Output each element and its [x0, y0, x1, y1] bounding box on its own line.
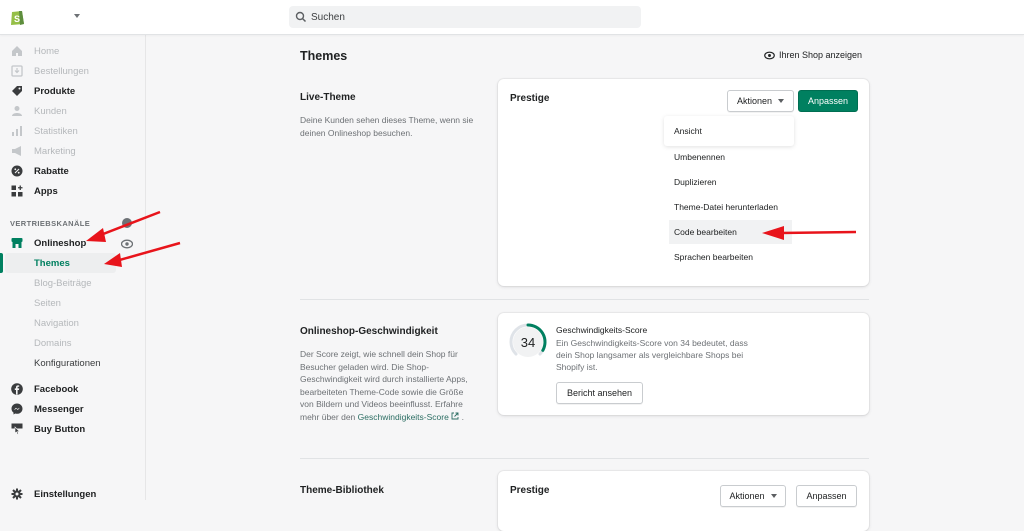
- sidebar-item-marketing[interactable]: Marketing: [0, 141, 146, 161]
- sidebar-subitem-seiten[interactable]: Seiten: [0, 293, 146, 313]
- top-bar: S: [0, 0, 1024, 35]
- speed-score-card: 34 Geschwindigkeits-Score Ein Geschwindi…: [498, 313, 869, 415]
- sidebar-item-label: Themes: [34, 258, 70, 269]
- search-bar[interactable]: [289, 6, 641, 28]
- library-theme-card: Prestige Aktionen Anpassen: [498, 471, 869, 531]
- person-icon: [11, 105, 23, 117]
- home-icon: [11, 45, 23, 57]
- menu-item-download-theme[interactable]: Theme-Datei herunterladen: [664, 195, 792, 219]
- sidebar-item-label: Produkte: [34, 86, 76, 97]
- menu-item-umbenennen[interactable]: Umbenennen: [664, 145, 792, 169]
- sidebar-item-bestellungen[interactable]: Bestellungen: [0, 61, 146, 81]
- buy-button-icon: [11, 423, 23, 435]
- actions-button[interactable]: Aktionen: [720, 485, 786, 507]
- sidebar-item-label: Marketing: [34, 146, 76, 157]
- sidebar-item-label: Onlineshop: [34, 238, 87, 249]
- sidebar-item-statistiken[interactable]: Statistiken: [0, 121, 146, 141]
- megaphone-icon: [11, 145, 23, 157]
- live-theme-title: Live-Theme: [300, 92, 356, 103]
- sidebar-item-label: Home: [34, 46, 60, 57]
- sidebar-item-label: Bestellungen: [34, 66, 89, 77]
- sidebar-item-label: Navigation: [34, 318, 79, 329]
- active-indicator: [0, 253, 3, 273]
- caret-down-icon: [778, 99, 785, 103]
- sidebar-item-label: Buy Button: [34, 424, 86, 435]
- view-shop-link[interactable]: Ihren Shop anzeigen: [764, 50, 862, 60]
- theme-name: Prestige: [510, 93, 550, 104]
- sidebar-item-label: Einstellungen: [34, 489, 97, 500]
- sidebar-item-label: Seiten: [34, 298, 61, 309]
- theme-library-title: Theme-Bibliothek: [300, 485, 384, 496]
- sidebar-item-label: Rabatte: [34, 166, 69, 177]
- facebook-icon: [11, 383, 23, 395]
- sidebar: Home Bestellungen Produkte Kunden Statis…: [0, 35, 146, 500]
- sidebar-item-label: Apps: [34, 186, 58, 197]
- eye-icon: [764, 51, 775, 59]
- search-input[interactable]: [311, 6, 631, 28]
- sidebar-item-produkte[interactable]: Produkte: [0, 81, 146, 101]
- speed-score-title: Geschwindigkeits-Score: [556, 325, 648, 335]
- actions-button[interactable]: Aktionen: [727, 90, 794, 112]
- speed-score-link[interactable]: Geschwindigkeits-Score: [358, 412, 460, 422]
- sidebar-item-label: Domains: [34, 338, 72, 349]
- sidebar-subitem-themes[interactable]: Themes: [0, 253, 146, 273]
- speed-description: Der Score zeigt, wie schnell dein Shop f…: [300, 349, 468, 422]
- speed-score-gauge: 34: [509, 323, 547, 357]
- sidebar-item-label: Blog-Beiträge: [34, 278, 92, 289]
- theme-name: Prestige: [510, 485, 550, 496]
- section-divider: [300, 299, 869, 300]
- speed-section-title: Onlineshop-Geschwindigkeit: [300, 326, 438, 337]
- apps-icon: [11, 185, 23, 197]
- sidebar-item-facebook[interactable]: Facebook: [0, 379, 146, 399]
- sidebar-item-label: Facebook: [34, 384, 79, 395]
- search-icon: [295, 11, 307, 23]
- view-report-button[interactable]: Bericht ansehen: [556, 382, 643, 404]
- actions-dropdown-menu: Ansicht Umbenennen Duplizieren Theme-Dat…: [664, 116, 794, 276]
- view-shop-label: Ihren Shop anzeigen: [779, 50, 863, 60]
- svg-text:S: S: [14, 14, 20, 24]
- gear-icon: [11, 488, 23, 500]
- add-channel-icon[interactable]: [122, 218, 132, 228]
- live-theme-card: Prestige Aktionen Anpassen Ansicht Umben…: [498, 79, 869, 286]
- sidebar-item-buy-button[interactable]: Buy Button: [0, 419, 146, 439]
- store-icon: [11, 237, 23, 249]
- sidebar-subitem-konfigurationen[interactable]: Konfigurationen: [0, 353, 146, 373]
- sales-channels-title: VERTRIEBSKANÄLE: [10, 219, 91, 228]
- sidebar-item-label: Konfigurationen: [34, 358, 101, 369]
- messenger-icon: [11, 403, 23, 415]
- menu-item-edit-languages[interactable]: Sprachen bearbeiten: [664, 245, 792, 269]
- page-title: Themes: [300, 49, 348, 63]
- section-divider: [300, 458, 869, 459]
- tag-icon: [11, 85, 23, 97]
- orders-icon: [11, 65, 23, 77]
- sidebar-item-einstellungen[interactable]: Einstellungen: [0, 484, 146, 504]
- sidebar-item-label: Messenger: [34, 404, 84, 415]
- sidebar-item-home[interactable]: Home: [0, 41, 146, 61]
- sidebar-subitem-domains[interactable]: Domains: [0, 333, 146, 353]
- speed-score-value: 34: [521, 335, 535, 350]
- sidebar-item-rabatte[interactable]: Rabatte: [0, 161, 146, 181]
- menu-item-ansicht[interactable]: Ansicht: [664, 119, 792, 143]
- caret-down-icon: [770, 494, 777, 498]
- menu-item-duplizieren[interactable]: Duplizieren: [664, 170, 792, 194]
- live-theme-description: Deine Kunden sehen dieses Theme, wenn si…: [300, 115, 474, 138]
- sidebar-item-label: Kunden: [34, 106, 67, 117]
- menu-item-edit-code[interactable]: Code bearbeiten: [669, 220, 792, 244]
- eye-icon[interactable]: [121, 239, 133, 249]
- sidebar-item-kunden[interactable]: Kunden: [0, 101, 146, 121]
- sidebar-subitem-blog[interactable]: Blog-Beiträge: [0, 273, 146, 293]
- sidebar-item-label: Statistiken: [34, 126, 78, 137]
- sidebar-subitem-navigation[interactable]: Navigation: [0, 313, 146, 333]
- bar-chart-icon: [11, 125, 23, 137]
- discount-icon: [11, 165, 23, 177]
- customize-button[interactable]: Anpassen: [798, 90, 858, 112]
- speed-score-description: Ein Geschwindigkeits-Score von 34 bedeut…: [556, 338, 748, 372]
- store-switcher-caret-icon[interactable]: [74, 14, 80, 18]
- sidebar-item-apps[interactable]: Apps: [0, 181, 146, 201]
- customize-button[interactable]: Anpassen: [796, 485, 857, 507]
- sidebar-item-messenger[interactable]: Messenger: [0, 399, 146, 419]
- main-content: Themes Ihren Shop anzeigen Live-Theme De…: [146, 35, 1024, 531]
- shopify-bag-icon[interactable]: S: [10, 8, 26, 26]
